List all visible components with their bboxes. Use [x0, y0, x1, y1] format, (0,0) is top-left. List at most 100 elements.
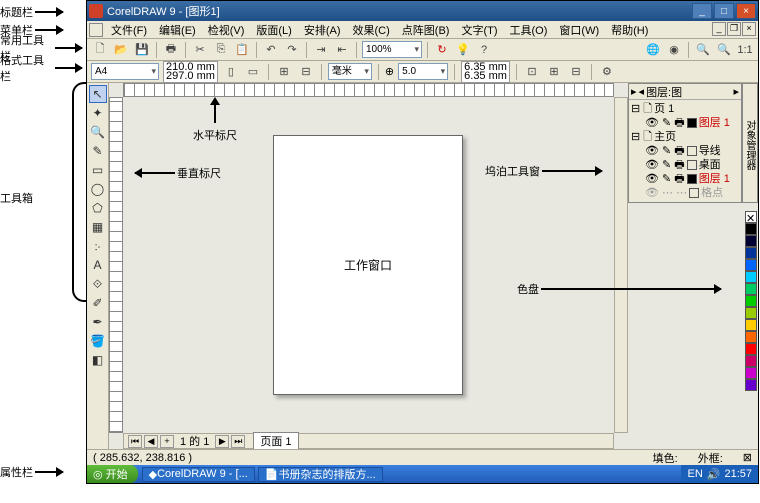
- menu-file[interactable]: 文件(F): [105, 21, 153, 39]
- mdi-restore[interactable]: ❐: [727, 22, 741, 36]
- facing-icon[interactable]: ⊟: [297, 63, 315, 81]
- scrollbar-v[interactable]: [614, 97, 628, 433]
- polygon-tool[interactable]: ⬠: [89, 199, 107, 217]
- snap2-icon[interactable]: ⊞: [545, 63, 563, 81]
- swatch[interactable]: [745, 367, 757, 379]
- undo-icon[interactable]: ↶: [262, 41, 280, 59]
- help-icon[interactable]: ?: [475, 41, 493, 59]
- menu-edit[interactable]: 编辑(E): [153, 21, 202, 39]
- mdi-close[interactable]: ×: [742, 22, 756, 36]
- web-icon[interactable]: 🌐: [644, 41, 662, 59]
- task-corel[interactable]: ◆ CorelDRAW 9 - [...: [142, 467, 255, 482]
- menu-help[interactable]: 帮助(H): [605, 21, 654, 39]
- object-manager-docker[interactable]: ▸◂图层:图▸ ⊟ 🗋 页 1 👁 ✎ 🖶 图层 1 ⊟ 🗋 主页 👁 ✎ 🖶 …: [628, 83, 742, 203]
- task-doc[interactable]: 📄 书册杂志的排版方...: [258, 467, 383, 482]
- opts-icon[interactable]: ⚙: [598, 63, 616, 81]
- prev-page[interactable]: ◀: [144, 435, 158, 448]
- workarea: ↖ ✦ 🔍 ✎ ▭ ◯ ⬠ ▦ ჻ A ⟐ ✐ ✒ 🪣 ◧ 工作窗口 水平标尺 …: [87, 83, 758, 449]
- ruler-horizontal[interactable]: [123, 83, 614, 97]
- swatch[interactable]: [745, 283, 757, 295]
- swatch[interactable]: [745, 259, 757, 271]
- swatch[interactable]: [745, 307, 757, 319]
- snap1-icon[interactable]: ⊡: [523, 63, 541, 81]
- pages-icon[interactable]: ⊞: [275, 63, 293, 81]
- interactive-fill-tool[interactable]: ◧: [89, 351, 107, 369]
- menu-arrange[interactable]: 安排(A): [298, 21, 347, 39]
- swatch[interactable]: [745, 235, 757, 247]
- import-icon[interactable]: ⇥: [312, 41, 330, 59]
- duplicate-offset[interactable]: 6.35 mm6.35 mm: [461, 61, 510, 83]
- zoomin-icon[interactable]: 🔍: [694, 41, 712, 59]
- menu-view[interactable]: 检视(V): [202, 21, 251, 39]
- swatch[interactable]: [745, 331, 757, 343]
- next-page[interactable]: ▶: [215, 435, 229, 448]
- snap3-icon[interactable]: ⊟: [567, 63, 585, 81]
- menu-text[interactable]: 文字(T): [455, 21, 503, 39]
- print-icon[interactable]: 🖶: [162, 41, 180, 59]
- menu-layout[interactable]: 版面(L): [250, 21, 297, 39]
- doc-icon[interactable]: [89, 23, 103, 37]
- blend-tool[interactable]: ⟐: [89, 275, 107, 293]
- swatch[interactable]: [745, 319, 757, 331]
- page-size[interactable]: 210.0 mm297.0 mm: [163, 61, 218, 83]
- copy-icon[interactable]: ⎘: [212, 41, 230, 59]
- tray-icon[interactable]: 🔊: [707, 468, 721, 481]
- outline-tool[interactable]: ✒: [89, 313, 107, 331]
- new-icon[interactable]: 🗋: [91, 41, 109, 59]
- ruler-vertical[interactable]: [109, 97, 123, 433]
- swatch[interactable]: [745, 343, 757, 355]
- spiral-tool[interactable]: ჻: [89, 237, 107, 255]
- eyedrop-tool[interactable]: ✐: [89, 294, 107, 312]
- paper-combo[interactable]: A4: [91, 63, 159, 80]
- paste-icon[interactable]: 📋: [233, 41, 251, 59]
- corel-icon[interactable]: ◉: [665, 41, 683, 59]
- ellipse-tool[interactable]: ◯: [89, 180, 107, 198]
- add-page[interactable]: +: [160, 435, 174, 448]
- graph-tool[interactable]: ▦: [89, 218, 107, 236]
- swatch[interactable]: [745, 247, 757, 259]
- cut-icon[interactable]: ✂: [191, 41, 209, 59]
- pick-tool[interactable]: ↖: [89, 85, 107, 103]
- save-icon[interactable]: 💾: [133, 41, 151, 59]
- menu-tools[interactable]: 工具(O): [504, 21, 554, 39]
- freehand-tool[interactable]: ✎: [89, 142, 107, 160]
- portrait-icon[interactable]: ▯: [222, 63, 240, 81]
- redo-icon[interactable]: ↷: [283, 41, 301, 59]
- fill-tool[interactable]: 🪣: [89, 332, 107, 350]
- nudge-combo[interactable]: 5.0 mm: [398, 63, 448, 80]
- landscape-icon[interactable]: ▭: [244, 63, 262, 81]
- menu-effects[interactable]: 效果(C): [347, 21, 396, 39]
- page-tab[interactable]: 页面 1: [253, 432, 298, 450]
- open-icon[interactable]: 📂: [112, 41, 130, 59]
- zoom11-icon[interactable]: 1:1: [736, 41, 754, 59]
- close-button[interactable]: ×: [736, 3, 756, 19]
- last-page[interactable]: ⏭: [231, 435, 245, 448]
- swatch[interactable]: [745, 355, 757, 367]
- menu-bitmap[interactable]: 点阵图(B): [396, 21, 456, 39]
- hint-icon[interactable]: 💡: [454, 41, 472, 59]
- zoomout-icon[interactable]: 🔍: [715, 41, 733, 59]
- canvas[interactable]: 工作窗口 水平标尺 垂直标尺: [123, 97, 614, 433]
- menu-window[interactable]: 窗口(W): [553, 21, 605, 39]
- swatch[interactable]: [745, 379, 757, 391]
- refresh-icon[interactable]: ↻: [433, 41, 451, 59]
- swatch-none[interactable]: ✕: [745, 211, 757, 223]
- mdi-min[interactable]: _: [712, 22, 726, 36]
- swatch[interactable]: [745, 295, 757, 307]
- shape-tool[interactable]: ✦: [89, 104, 107, 122]
- swatch[interactable]: [745, 271, 757, 283]
- docker-tab[interactable]: 对象管理器: [742, 83, 758, 203]
- start-button[interactable]: ◎ 开始: [87, 465, 138, 483]
- lang-indicator[interactable]: EN: [687, 468, 702, 480]
- zoom-tool[interactable]: 🔍: [89, 123, 107, 141]
- zoom-combo[interactable]: 100%: [362, 41, 422, 58]
- text-tool[interactable]: A: [89, 256, 107, 274]
- first-page[interactable]: ⏮: [128, 435, 142, 448]
- page[interactable]: 工作窗口: [273, 135, 463, 395]
- tray[interactable]: EN 🔊 21:57: [681, 465, 758, 483]
- minimize-button[interactable]: _: [692, 3, 712, 19]
- maximize-button[interactable]: □: [714, 3, 734, 19]
- units-combo[interactable]: 毫米: [328, 63, 372, 80]
- rect-tool[interactable]: ▭: [89, 161, 107, 179]
- export-icon[interactable]: ⇤: [333, 41, 351, 59]
